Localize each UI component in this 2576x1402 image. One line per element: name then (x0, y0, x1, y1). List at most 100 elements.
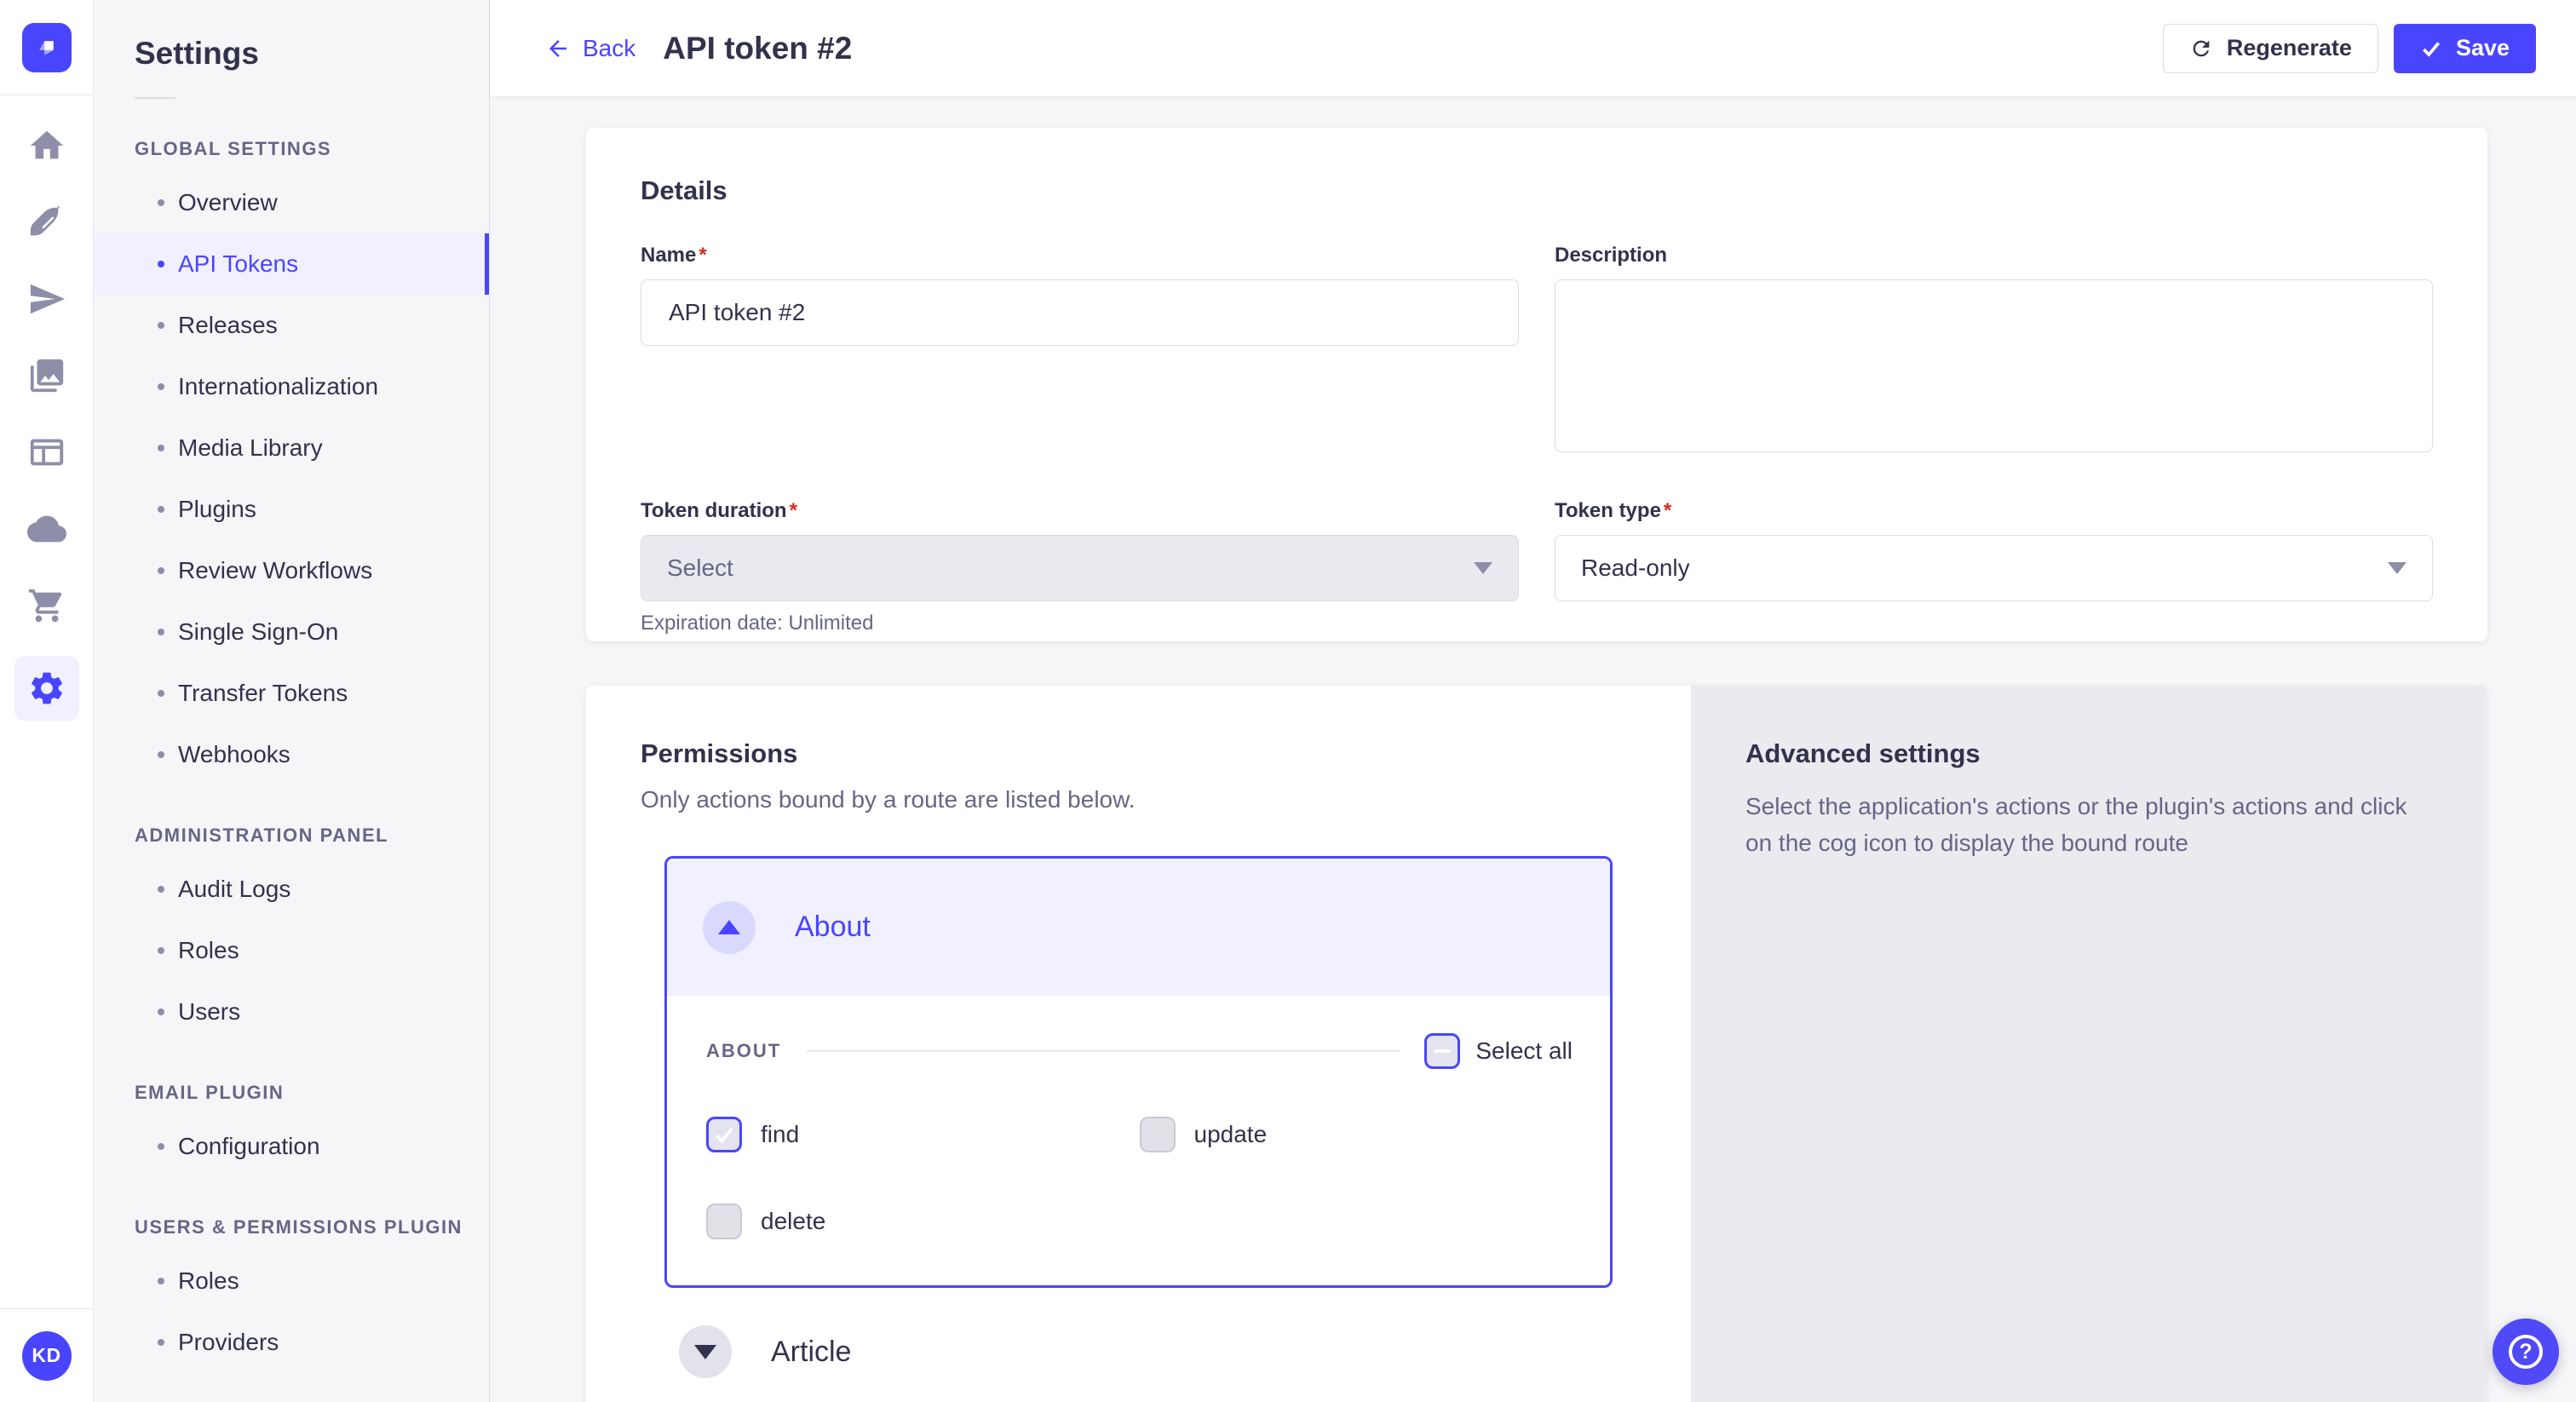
releases-icon[interactable] (19, 273, 75, 325)
cloud-icon[interactable] (19, 503, 75, 555)
section-header-administration-panel: ADMINISTRATION PANEL (135, 825, 489, 847)
duration-field-group: Token duration* Select Expiration date: … (641, 499, 1519, 635)
sidebar-item-api-tokens[interactable]: API Tokens (94, 233, 489, 295)
details-heading: Details (641, 175, 2433, 206)
regenerate-button[interactable]: Regenerate (2163, 24, 2378, 73)
help-icon: ? (2509, 1335, 2543, 1369)
expiration-hint: Expiration date: Unlimited (641, 612, 1519, 635)
sidebar-item-label: Transfer Tokens (178, 680, 348, 707)
sidebar-item-label: Media Library (178, 434, 323, 462)
accordion-article-title: Article (771, 1336, 851, 1369)
token-type-select[interactable]: Read-only (1555, 535, 2433, 601)
token-type-value: Read-only (1581, 554, 1690, 582)
sidebar-item-media-library[interactable]: Media Library (94, 417, 489, 479)
content-manager-icon[interactable] (19, 196, 75, 249)
bullet (158, 1278, 164, 1284)
media-library-icon[interactable] (19, 349, 75, 402)
save-label: Save (2456, 35, 2510, 61)
advanced-settings-panel: Advanced settings Select the application… (1691, 686, 2487, 1402)
save-button[interactable]: Save (2394, 24, 2536, 73)
select-all-label: Select all (1475, 1037, 1573, 1065)
sidebar-item-admin-roles[interactable]: Roles (94, 920, 489, 981)
settings-icon[interactable] (14, 656, 79, 721)
avatar[interactable]: KD (22, 1331, 72, 1381)
sidebar-item-label: Roles (178, 937, 239, 964)
sidebar-item-internationalization[interactable]: Internationalization (94, 356, 489, 417)
permissions-subtitle: Only actions bound by a route are listed… (641, 786, 1636, 813)
rail-footer: KD (0, 1308, 93, 1402)
permissions-heading: Permissions (641, 738, 1636, 769)
page-header: Back API token #2 Regenerate Save (490, 0, 2576, 96)
back-link[interactable]: Back (545, 35, 635, 62)
bullet (158, 445, 164, 451)
update-checkbox[interactable] (1140, 1117, 1176, 1152)
select-all-control[interactable]: Select all (1424, 1033, 1573, 1069)
permission-action-update[interactable]: update (1140, 1117, 1573, 1152)
bullet (158, 383, 164, 390)
sidebar-item-label: Webhooks (178, 741, 290, 768)
bullet (158, 1008, 164, 1015)
permission-action-label: delete (761, 1208, 825, 1235)
logo-container (0, 0, 93, 95)
required-marker: * (790, 499, 797, 522)
select-all-checkbox[interactable] (1424, 1033, 1460, 1069)
delete-checkbox[interactable] (706, 1204, 742, 1239)
find-checkbox[interactable] (706, 1117, 742, 1152)
section-header-email-plugin: EMAIL PLUGIN (135, 1082, 489, 1104)
strapi-logo-glyph (32, 33, 61, 62)
collapse-button[interactable] (703, 901, 756, 954)
permission-action-label: find (761, 1121, 799, 1148)
sidebar-item-label: Users (178, 998, 240, 1026)
bullet (158, 886, 164, 893)
sidebar-item-label: Single Sign-On (178, 618, 338, 646)
sidebar-item-overview[interactable]: Overview (94, 172, 489, 233)
bullet (158, 261, 164, 267)
token-duration-select[interactable]: Select (641, 535, 1519, 601)
sidebar-item-single-sign-on[interactable]: Single Sign-On (94, 601, 489, 663)
home-icon[interactable] (19, 119, 75, 172)
rail-nav (14, 119, 79, 721)
sidebar-item-label: Overview (178, 189, 278, 216)
required-marker: * (699, 244, 706, 267)
permission-actions-grid: find update delete (706, 1117, 1573, 1239)
token-duration-value: Select (667, 554, 733, 582)
details-grid: Name* Description Token duration* Sele (641, 244, 2433, 635)
sidebar-item-transfer-tokens[interactable]: Transfer Tokens (94, 663, 489, 724)
arrow-left-icon (545, 36, 571, 61)
description-textarea[interactable] (1555, 279, 2433, 452)
sidebar-item-audit-logs[interactable]: Audit Logs (94, 859, 489, 920)
sidebar-item-up-roles[interactable]: Roles (94, 1250, 489, 1312)
bullet (158, 1339, 164, 1346)
expand-button[interactable] (679, 1325, 732, 1378)
regenerate-label: Regenerate (2227, 35, 2352, 61)
check-icon (2420, 37, 2442, 60)
sidebar-item-releases[interactable]: Releases (94, 295, 489, 356)
bullet (158, 1143, 164, 1150)
chevron-down-icon (1474, 562, 1492, 574)
sidebar-item-providers[interactable]: Providers (94, 1312, 489, 1373)
sidebar-item-label: Review Workflows (178, 557, 372, 584)
section-header-global-settings: GLOBAL SETTINGS (135, 138, 489, 160)
sidebar-item-webhooks[interactable]: Webhooks (94, 724, 489, 785)
sidebar-item-label: Internationalization (178, 373, 378, 400)
accordion-about: About ABOUT Select all (664, 856, 1613, 1288)
section-divider (807, 1050, 1400, 1052)
sidebar-item-configuration[interactable]: Configuration (94, 1116, 489, 1177)
content-type-builder-icon[interactable] (19, 426, 75, 479)
marketplace-icon[interactable] (19, 579, 75, 632)
duration-label: Token duration* (641, 499, 1519, 523)
permission-action-find[interactable]: find (706, 1117, 1140, 1152)
sidebar-item-plugins[interactable]: Plugins (94, 479, 489, 540)
permission-action-delete[interactable]: delete (706, 1204, 1140, 1239)
sidebar-item-users[interactable]: Users (94, 981, 489, 1043)
accordion-about-header[interactable]: About (667, 859, 1610, 996)
name-input[interactable] (641, 279, 1519, 346)
accordion-article-header[interactable]: Article (641, 1325, 1636, 1378)
sidebar-item-review-workflows[interactable]: Review Workflows (94, 540, 489, 601)
refresh-icon (2189, 37, 2213, 60)
sidebar-item-label: Releases (178, 312, 278, 339)
strapi-logo[interactable] (22, 23, 72, 72)
sidebar-item-label: Configuration (178, 1133, 320, 1160)
page-title: API token #2 (663, 31, 852, 66)
help-button[interactable]: ? (2493, 1319, 2559, 1385)
